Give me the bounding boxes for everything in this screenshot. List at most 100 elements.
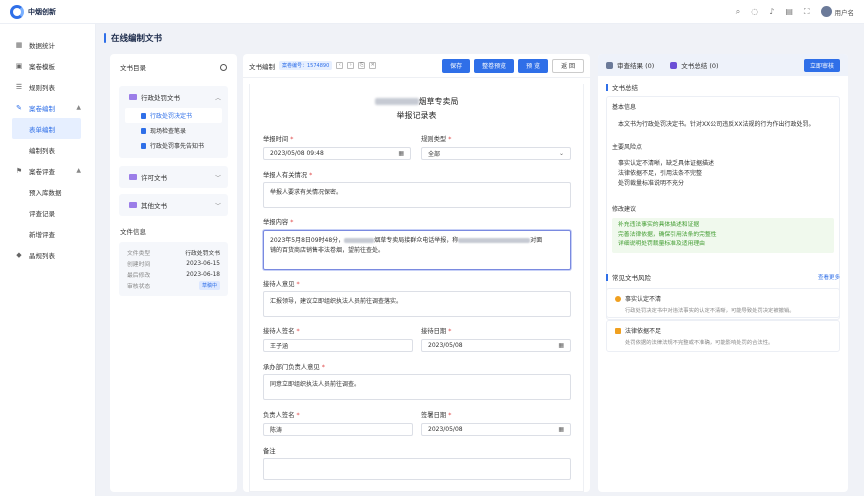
submit-review-button[interactable]: 立即审核 bbox=[803, 58, 840, 72]
tab-review-results[interactable]: 审查结果 (0) bbox=[606, 60, 654, 70]
list-item: 法律依据不足，引用法条不完整 bbox=[618, 170, 703, 177]
template-icon: ▣ bbox=[15, 61, 23, 70]
chevron-up-icon: ▲ bbox=[76, 104, 81, 111]
full-preview-button[interactable]: 整卷预览 bbox=[474, 58, 515, 73]
summary-icon bbox=[670, 61, 678, 69]
receiver-sign-label: 接待人签名 * bbox=[263, 328, 300, 335]
folder-header[interactable]: 其他文书 ﹀ bbox=[119, 194, 228, 216]
redacted-text bbox=[374, 98, 419, 105]
search-icon[interactable]: ⌕ bbox=[736, 7, 740, 17]
leader-sign-label: 负责人签名 * bbox=[263, 412, 300, 419]
folder-icon bbox=[129, 94, 137, 100]
redacted-text bbox=[344, 238, 375, 243]
list-item: 补充违法事实的具体描述和证据 bbox=[618, 222, 700, 228]
sign-date-input[interactable]: 2023/05/08 ▦ bbox=[421, 423, 571, 436]
info-row: 审核状态 草稿中 bbox=[127, 280, 220, 291]
folder-header[interactable]: 行政处罚文书 ︿ bbox=[119, 86, 228, 108]
app-logo[interactable]: 中烟创新 bbox=[10, 4, 56, 19]
sidebar-item-compile[interactable]: ✎ 案卷编制 ▲ bbox=[0, 97, 95, 118]
review-icon: ⚑ bbox=[15, 166, 23, 175]
tab-document-summary[interactable]: 文书总结 (0) bbox=[670, 60, 719, 70]
file-info-box: 文件类型 行政处罚文书 创建时间 2023-06-15 最后修改 2023-06… bbox=[119, 242, 228, 296]
trash-icon[interactable]: ✕ bbox=[369, 62, 377, 69]
risk-card[interactable]: 事实认定不清 行政处罚决定书中对违法事实的认定不清晰，可能导致处罚决定被撤销。 bbox=[606, 288, 840, 320]
sidebar-item-compile-list[interactable]: 编制列表 bbox=[0, 139, 95, 160]
chevron-down-icon: ﹀ bbox=[214, 202, 221, 210]
folder-penalty: 行政处罚文书 ︿ 行政处罚决定书 现场检查笔录 行政处罚事先告知书 bbox=[119, 86, 228, 158]
doc-icon[interactable]: ▤ bbox=[785, 7, 793, 16]
app-name: 中烟创新 bbox=[28, 7, 56, 16]
advice-list: 补充违法事实的具体描述和证据 完善法律依据，确保引用法条的完整性 详细说明处罚裁… bbox=[612, 218, 834, 253]
chat-icon[interactable]: ◌ bbox=[751, 7, 758, 16]
list-icon: ☰ bbox=[15, 82, 23, 91]
sidebar-item-form-compile[interactable]: 表单编制 bbox=[12, 118, 81, 139]
copy-icon[interactable]: ⎘ bbox=[358, 62, 366, 69]
document-tree-title: 文书目录 bbox=[120, 64, 146, 72]
receiver-opinion-textarea[interactable]: 汇报领导，建议立即组织执法人员前往调查落实。 bbox=[263, 291, 571, 317]
file-prior-notice[interactable]: 行政处罚事先告知书 bbox=[119, 138, 228, 153]
receiver-sign-input[interactable]: 王子涵 bbox=[263, 339, 413, 352]
sidebar-item-stats[interactable]: ▦ 数据统计 bbox=[0, 34, 95, 55]
redacted-text bbox=[458, 238, 531, 243]
sign-date-label: 签署日期 * bbox=[421, 412, 452, 419]
calendar-icon: ▦ bbox=[558, 342, 564, 349]
user-name: 用户名 bbox=[834, 8, 855, 17]
file-inspection-record[interactable]: 现场检查笔录 bbox=[119, 123, 228, 138]
avatar bbox=[820, 6, 832, 17]
remark-label: 备注 bbox=[263, 448, 276, 455]
bell-icon[interactable]: ♪ bbox=[769, 7, 774, 16]
sidebar-item-review[interactable]: ⚑ 案卷评查 ▲ bbox=[0, 160, 95, 181]
risk-section-title: 常见文书风险 bbox=[598, 272, 659, 282]
list-item: 事实认定不清晰，缺乏具体证据描述 bbox=[618, 160, 715, 167]
rule-type-select[interactable]: 全部 ⌄ bbox=[421, 147, 571, 160]
sidebar-item-templates[interactable]: ▣ 案卷模板 bbox=[0, 55, 95, 76]
reporter-info-label: 举报人有关情况 * bbox=[263, 172, 313, 179]
fullscreen-icon[interactable]: ⛶ bbox=[804, 7, 810, 17]
page-title: 在线编制文书 bbox=[104, 32, 162, 44]
folder-license: 许可文书 ﹀ bbox=[119, 166, 228, 188]
basic-info-text: 本文书为行政处罚决定书。针对XX公司违反XX法规的行为作出行政处罚。 bbox=[618, 121, 815, 128]
law-icon bbox=[615, 327, 621, 334]
folder-header[interactable]: 许可文书 ﹀ bbox=[119, 166, 228, 188]
preview-button[interactable]: 预 览 bbox=[518, 58, 549, 73]
file-icon bbox=[141, 142, 146, 149]
review-icon bbox=[606, 61, 613, 69]
report-content-textarea[interactable]: 2023年5月8日09时48分， 烟草专卖局接群众电话举报，称 对面 铺的百货商店销… bbox=[263, 230, 571, 270]
save-button[interactable]: 保存 bbox=[442, 58, 471, 73]
summary-section-title: 文书总结 bbox=[598, 82, 646, 92]
chart-icon: ▦ bbox=[15, 40, 23, 49]
user-menu[interactable]: 用户名 bbox=[820, 6, 855, 17]
sidebar-item-pre-import[interactable]: 预入库数据 bbox=[0, 181, 95, 202]
report-content-label: 举报内容 * bbox=[263, 219, 294, 226]
remark-textarea[interactable] bbox=[263, 458, 571, 480]
sidebar-item-rules[interactable]: ☰ 规则列表 bbox=[0, 76, 95, 97]
prev-icon[interactable]: ‹ bbox=[336, 62, 344, 69]
sidebar-item-new-review[interactable]: 新增评查 bbox=[0, 223, 95, 244]
case-code-badge: 案卷编号：1574890 bbox=[279, 61, 333, 70]
list-item: 详细说明处罚裁量标准及适用理由 bbox=[618, 241, 705, 247]
doc-title: 举报记录表 bbox=[396, 111, 437, 120]
status-badge: 草稿中 bbox=[198, 281, 220, 290]
dept-opinion-textarea[interactable]: 同意立即组织执法人员前往调查。 bbox=[263, 374, 571, 400]
file-info-title: 文件信息 bbox=[120, 228, 146, 236]
refresh-icon[interactable] bbox=[220, 63, 227, 71]
receive-date-input[interactable]: 2023/05/08 ▦ bbox=[421, 339, 571, 352]
leader-sign-input[interactable]: 陈涛 bbox=[263, 423, 413, 436]
info-row: 最后修改 2023-06-18 bbox=[127, 271, 220, 280]
see-more-link[interactable]: 查看更多 bbox=[818, 273, 840, 281]
diamond-icon: ◆ bbox=[16, 250, 22, 259]
back-button[interactable]: 返 回 bbox=[552, 58, 584, 73]
next-icon[interactable]: › bbox=[347, 62, 355, 69]
review-tabs: 审查结果 (0) 文书总结 (0) 立即审核 bbox=[598, 54, 848, 76]
file-penalty-decision[interactable]: 行政处罚决定书 bbox=[125, 108, 222, 123]
basic-info-title: 基本信息 bbox=[612, 104, 637, 111]
sidebar-item-crystal-rules[interactable]: ◆ 晶规列表 bbox=[0, 244, 95, 265]
reporter-info-textarea[interactable]: 举报人要求有关情况保密。 bbox=[263, 182, 571, 208]
editor-toolbar: 文书编制 案卷编号：1574890 ‹ › ⎘ ✕ 保存 整卷预览 预 览 返 … bbox=[243, 54, 590, 78]
risk-card[interactable]: 法律依据不足 处罚依据的法律法规不完整或不准确，可能影响处罚的合法性。 bbox=[606, 320, 840, 352]
warning-icon bbox=[615, 295, 621, 302]
chevron-up-icon: ︿ bbox=[214, 94, 221, 102]
report-time-input[interactable]: 2023/05/08 09:48 ▦ bbox=[263, 147, 411, 160]
sidebar-item-review-records[interactable]: 评查记录 bbox=[0, 202, 95, 223]
dept-opinion-label: 承办部门负责人意见 * bbox=[263, 364, 325, 371]
